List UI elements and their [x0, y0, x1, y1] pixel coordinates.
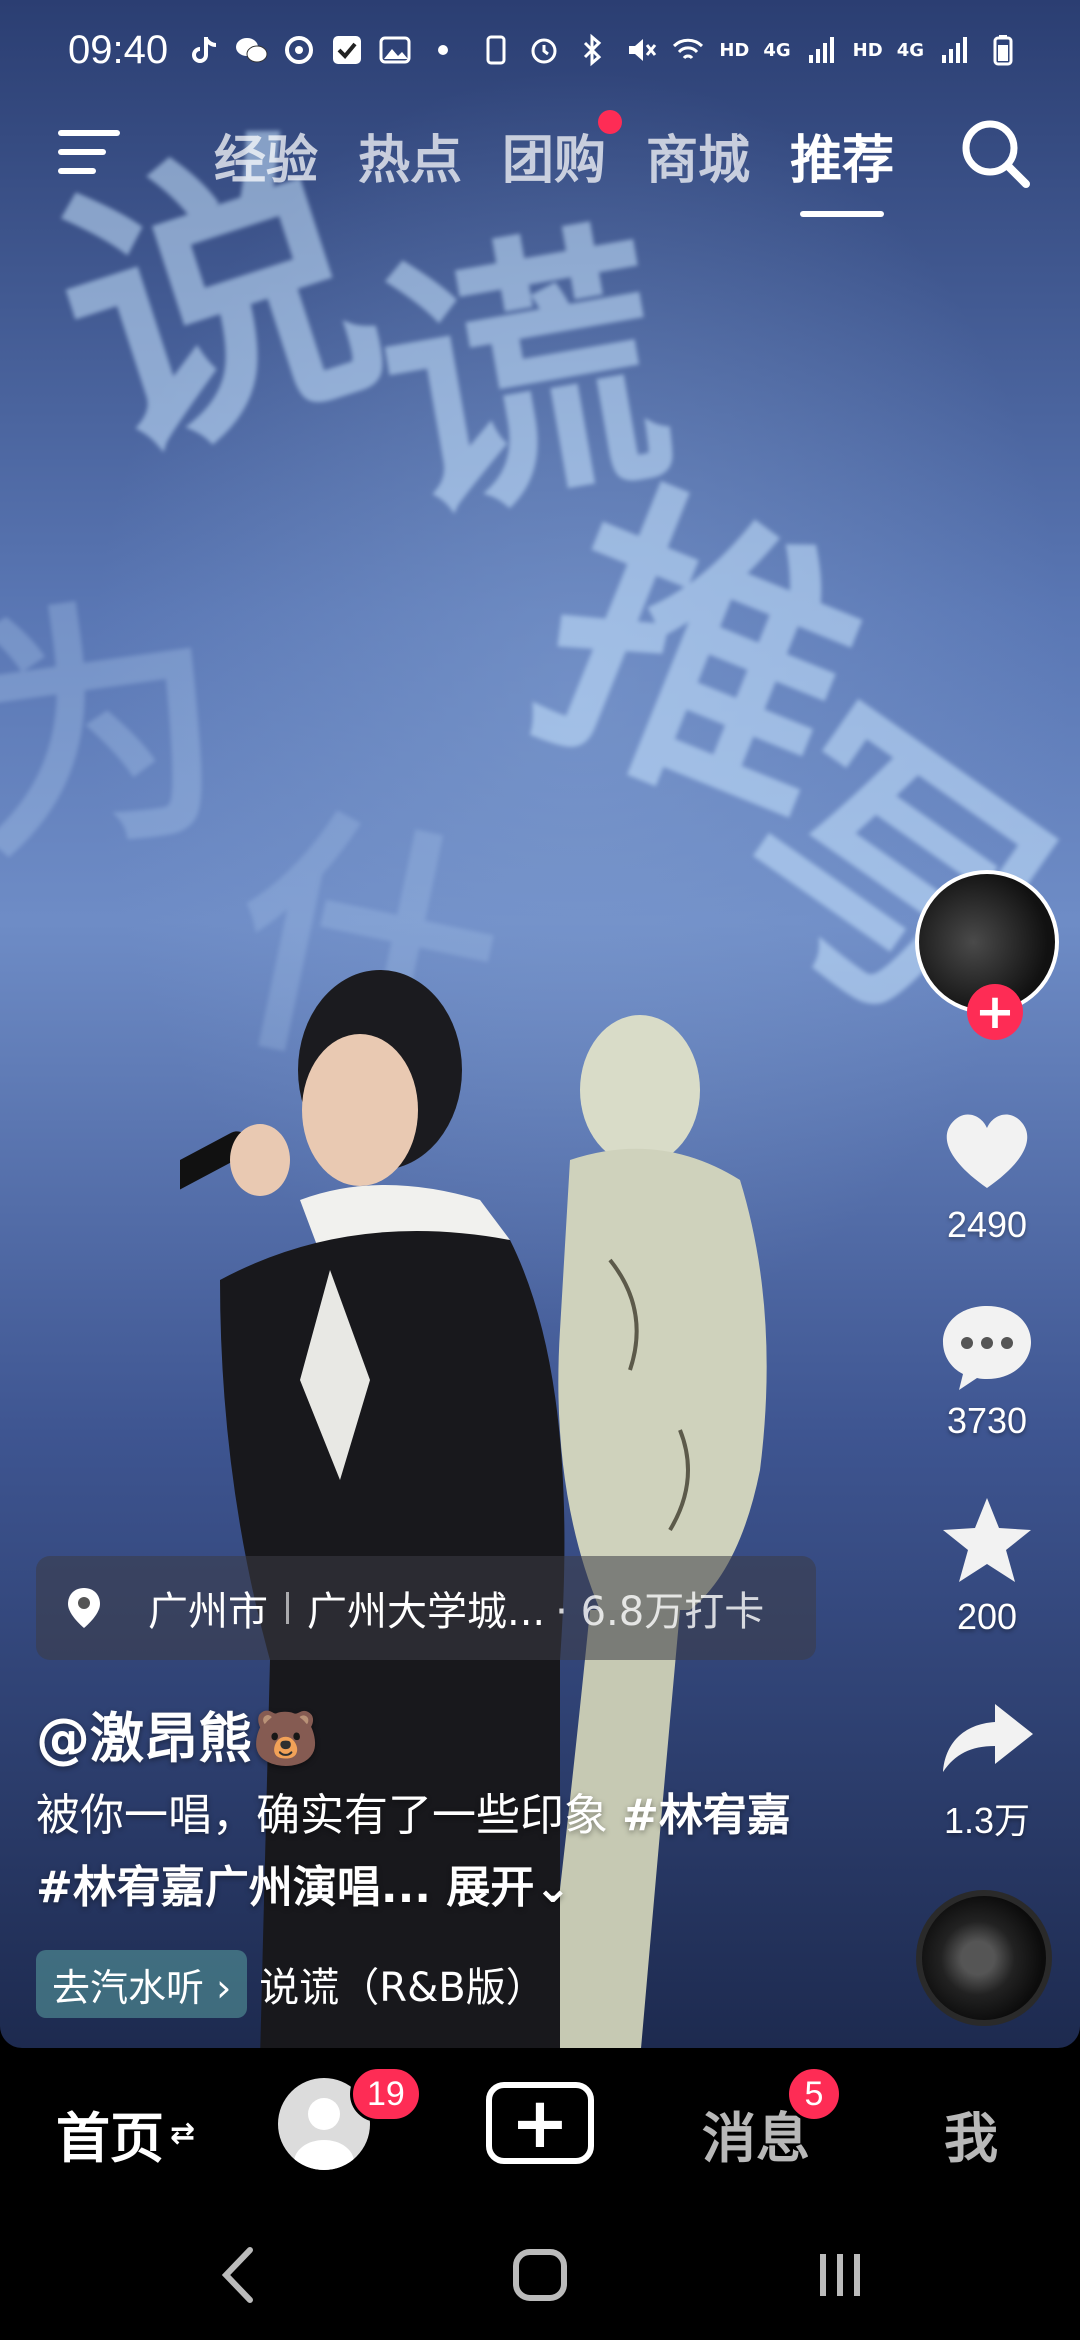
feed-tabs: 经验 热点 团购 商城 推荐 [214, 100, 894, 217]
tab-trending[interactable]: 热点 [358, 118, 462, 193]
favorite-count: 200 [956, 1596, 1018, 1637]
dot-icon [438, 45, 449, 55]
home-icon[interactable] [500, 2240, 580, 2310]
favorite-button[interactable]: 200 [937, 1492, 1037, 1638]
sync-icon [285, 36, 314, 64]
wifi-icon [673, 38, 704, 60]
back-icon[interactable] [200, 2240, 280, 2310]
action-rail: + 2490 3730 200 1.3万 [912, 870, 1062, 1844]
follow-button[interactable]: + [967, 984, 1023, 1040]
nav-home-label: 首页 [56, 2107, 164, 2170]
switch-icon: ⇄ [170, 2116, 196, 2151]
music-title[interactable]: 说谎（R&B版） [259, 1955, 545, 2013]
gallery-icon [379, 36, 411, 64]
author-name[interactable]: @激昂熊🐻 [36, 1694, 319, 1773]
check-icon [333, 36, 362, 64]
bluetooth-icon [584, 33, 602, 67]
battery-saver-icon [486, 35, 506, 65]
alarm-icon [531, 38, 557, 64]
tiktok-icon [192, 37, 217, 63]
tab-group-buy-label: 团购 [502, 130, 607, 191]
tab-group-buy[interactable]: 团购 [502, 109, 623, 193]
divider [286, 1592, 289, 1624]
create-post-button[interactable]: + [486, 2082, 594, 2164]
nav-me[interactable]: 我 [944, 2094, 998, 2173]
music-disc[interactable] [916, 1890, 1052, 2026]
notification-icons [186, 33, 460, 67]
expand-button[interactable]: 展开⌄ [431, 1862, 571, 1913]
like-count: 2490 [946, 1204, 1028, 1245]
mute-icon [629, 39, 657, 61]
author-avatar[interactable]: + [915, 870, 1059, 1040]
location-place: 广州大学城... [307, 1589, 546, 1635]
status-bar: 09:40 HD 4G HD 4G [0, 0, 1080, 100]
battery-icon [993, 35, 1013, 66]
stage-projection: 为 [0, 565, 244, 901]
comment-count: 3730 [946, 1400, 1028, 1441]
recents-icon[interactable] [800, 2240, 880, 2310]
caption-text: 被你一唱，确实有了一些印象 [36, 1790, 622, 1841]
location-tag[interactable]: 广州市 广州大学城... · 6.8万打卡 [36, 1556, 816, 1660]
tab-experience[interactable]: 经验 [214, 118, 318, 193]
bottom-nav: 首页 ⇄ 19 + 消息 5 我 [0, 2048, 1080, 2208]
status-time: 09:40 [68, 27, 169, 72]
nav-home[interactable]: 首页 ⇄ [56, 2094, 195, 2173]
tab-mall[interactable]: 商城 [646, 118, 750, 193]
comment-button[interactable]: 3730 [937, 1296, 1037, 1442]
search-icon[interactable] [956, 114, 1036, 194]
hashtag[interactable]: #林宥嘉广州演唱... [36, 1862, 431, 1913]
listen-in-qishui-button[interactable]: 去汽水听 › [36, 1950, 248, 2018]
menu-icon[interactable] [54, 122, 124, 182]
system-icons: HD 4G HD 4G [479, 33, 1020, 67]
share-button[interactable]: 1.3万 [937, 1688, 1037, 1844]
music-row: 去汽水听 › 说谎（R&B版） [36, 1950, 546, 2018]
network-label: 4G [763, 39, 791, 61]
heart-icon [946, 1114, 1028, 1188]
signal-icon [942, 37, 967, 63]
share-icon [943, 1704, 1033, 1772]
tab-recommended[interactable]: 推荐 [790, 118, 894, 217]
star-icon [943, 1498, 1031, 1582]
location-checkins: · 6.8万打卡 [555, 1589, 765, 1635]
friends-badge: 19 [350, 2066, 422, 2122]
location-pin-icon [68, 1588, 100, 1628]
network-label: HD [852, 39, 883, 61]
share-count: 1.3万 [943, 1800, 1031, 1841]
messages-badge: 5 [786, 2066, 842, 2122]
post-caption: 被你一唱，确实有了一些印象 #林宥嘉 #林宥嘉广州演唱... 展开⌄ [36, 1780, 796, 1924]
hashtag[interactable]: #林宥嘉 [622, 1790, 791, 1841]
system-nav-bar [0, 2208, 1080, 2340]
wechat-icon [236, 38, 268, 63]
location-city: 广州市 [148, 1589, 268, 1635]
network-label: HD [719, 39, 750, 61]
notification-dot [598, 109, 623, 134]
signal-icon [808, 37, 834, 63]
network-label: 4G [896, 39, 924, 61]
comment-icon [943, 1306, 1031, 1390]
top-nav: 经验 热点 团购 商城 推荐 [0, 100, 1080, 217]
like-button[interactable]: 2490 [937, 1100, 1037, 1246]
